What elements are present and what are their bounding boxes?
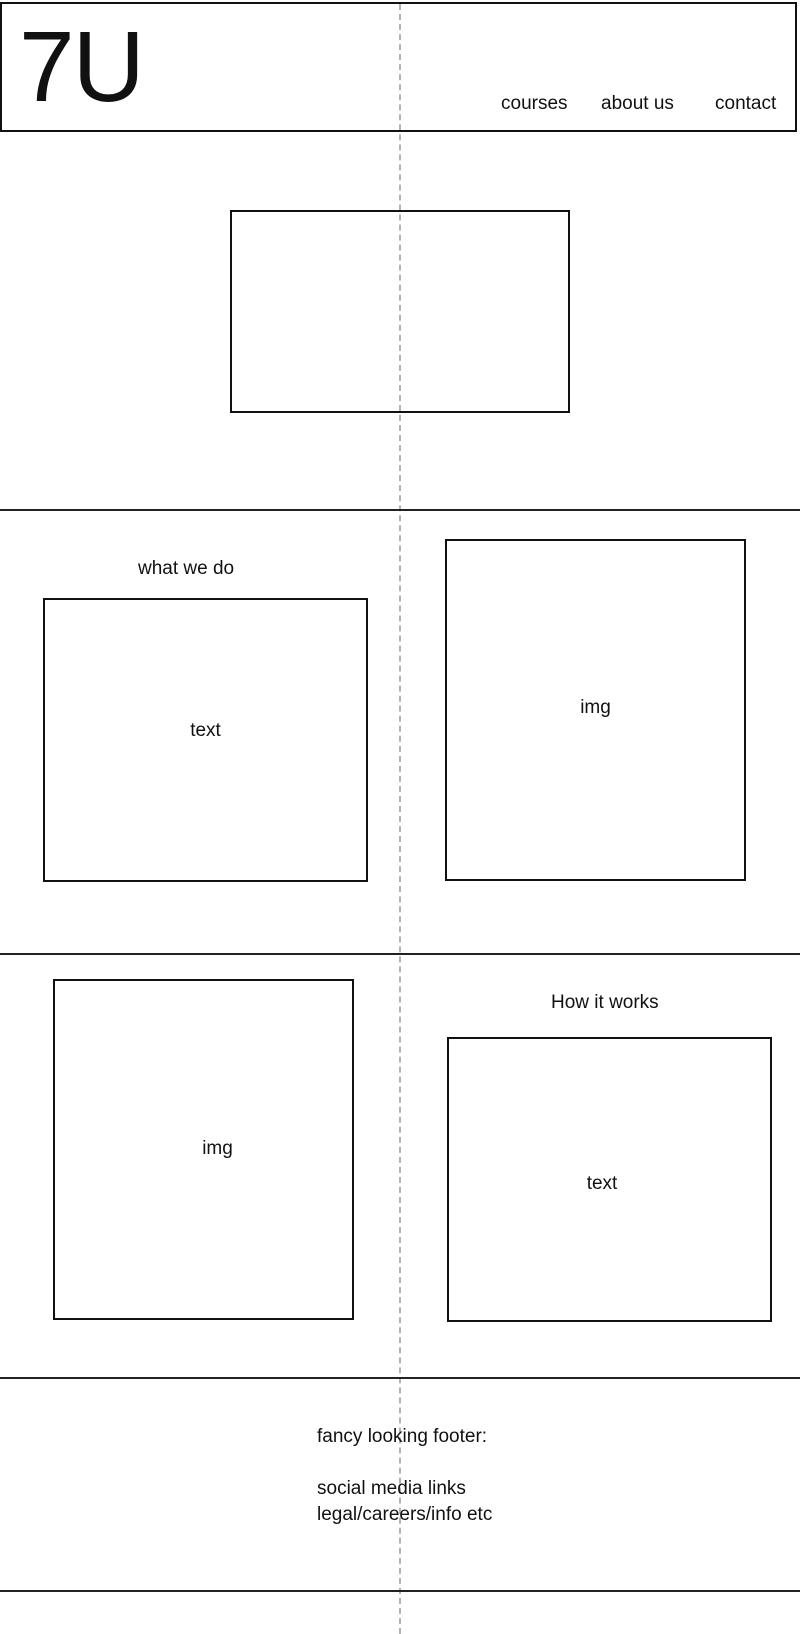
section-divider (0, 509, 800, 511)
text-placeholder-label: text (586, 1173, 618, 1194)
image-placeholder-how-it-works: img (53, 979, 354, 1320)
text-placeholder-label: text (190, 720, 221, 741)
section-divider (0, 1377, 800, 1379)
nav-link-about-us[interactable]: about us (601, 92, 674, 116)
image-placeholder-label: img (580, 697, 611, 718)
section-heading-how-it-works: How it works (551, 992, 659, 1013)
footer-legal-links[interactable]: legal/careers/info etc (317, 1502, 492, 1528)
section-divider (0, 953, 800, 955)
nav-link-contact[interactable]: contact (715, 92, 776, 116)
text-placeholder-what-we-do: text (43, 598, 368, 882)
hero-image-placeholder (230, 210, 570, 413)
section-heading-what-we-do: what we do (138, 558, 235, 579)
footer-social-links[interactable]: social media links (317, 1476, 466, 1502)
image-placeholder-what-we-do: img (445, 539, 746, 881)
logo[interactable]: 7U (19, 12, 145, 122)
image-placeholder-label: img (202, 1138, 233, 1159)
footer-title: fancy looking footer: (317, 1426, 488, 1447)
nav-link-courses[interactable]: courses (501, 92, 568, 116)
header-bar: 7U courses about us contact (0, 2, 797, 132)
text-placeholder-how-it-works: text (447, 1037, 772, 1322)
footer-bottom-divider (0, 1590, 800, 1592)
